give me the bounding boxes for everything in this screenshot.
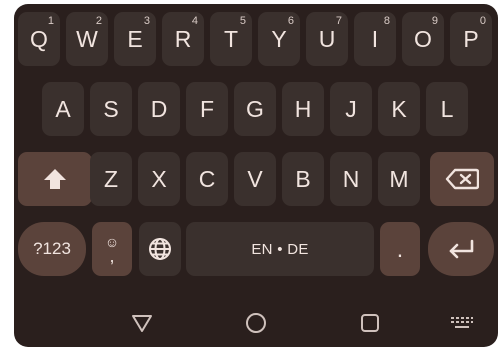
key-label: O [414, 25, 432, 52]
period-key[interactable]: . [380, 222, 420, 276]
space-bar[interactable]: EN • DE [186, 222, 374, 276]
key-label: E [127, 25, 143, 52]
key-label: I [371, 25, 379, 52]
key-label: R [174, 25, 192, 52]
key-label: S [103, 95, 119, 122]
key-k[interactable]: K [378, 82, 420, 136]
backspace-key[interactable] [430, 152, 494, 206]
key-number-hint: 5 [239, 15, 246, 27]
key-label: P [463, 25, 479, 52]
key-l[interactable]: L [426, 82, 468, 136]
key-label: K [391, 95, 407, 122]
key-label: V [247, 165, 263, 192]
key-label: Z [103, 165, 119, 192]
key-label: M [389, 165, 409, 192]
symbols-label: ?123 [33, 239, 71, 258]
circle-home-icon [245, 312, 267, 334]
symbols-key[interactable]: ?123 [18, 222, 86, 276]
space-bar-label: EN • DE [251, 240, 309, 258]
key-label: Q [30, 25, 48, 52]
key-z[interactable]: Z [90, 152, 132, 206]
key-number-hint: 6 [287, 15, 294, 27]
key-label: U [318, 25, 336, 52]
key-number-hint: 9 [431, 15, 438, 27]
key-a[interactable]: A [42, 82, 84, 136]
key-label: N [342, 165, 360, 192]
globe-icon [147, 236, 173, 262]
key-b[interactable]: B [282, 152, 324, 206]
key-t[interactable]: T5 [210, 12, 252, 66]
emoji-comma-key[interactable]: ☺ , [92, 222, 132, 276]
key-q[interactable]: Q1 [18, 12, 60, 66]
key-v[interactable]: V [234, 152, 276, 206]
enter-icon [446, 238, 476, 260]
key-label: X [151, 165, 167, 192]
key-number-hint: 7 [335, 15, 342, 27]
key-label: G [246, 95, 264, 122]
key-label: B [295, 165, 311, 192]
key-h[interactable]: H [282, 82, 324, 136]
key-number-hint: 1 [47, 15, 54, 27]
key-e[interactable]: E3 [114, 12, 156, 66]
key-number-hint: 8 [383, 15, 390, 27]
enter-key[interactable] [428, 222, 494, 276]
key-o[interactable]: O9 [402, 12, 444, 66]
key-x[interactable]: X [138, 152, 180, 206]
key-s[interactable]: S [90, 82, 132, 136]
key-d[interactable]: D [138, 82, 180, 136]
key-number-hint: 2 [95, 15, 102, 27]
key-label: F [199, 95, 215, 122]
key-label: W [76, 25, 98, 52]
key-c[interactable]: C [186, 152, 228, 206]
key-r[interactable]: R4 [162, 12, 204, 66]
period-label: . [396, 235, 404, 262]
backspace-icon [445, 168, 479, 190]
emoji-comma-labels: ☺ , [105, 235, 119, 266]
key-label: L [440, 95, 454, 122]
nav-keyboard-switch-button[interactable] [442, 306, 482, 340]
key-label: Y [271, 25, 287, 52]
key-m[interactable]: M [378, 152, 420, 206]
key-label: T [223, 25, 239, 52]
triangle-back-icon [131, 313, 153, 333]
key-u[interactable]: U7 [306, 12, 348, 66]
key-number-hint: 0 [479, 15, 486, 27]
keyboard: Q1W2E3R4T5Y6U7I8O9P0 ASDFGHJKL ZXCVBNM ?… [14, 4, 498, 347]
key-label: A [55, 95, 71, 122]
shift-icon [42, 167, 68, 191]
keyboard-switch-icon [450, 315, 474, 331]
key-y[interactable]: Y6 [258, 12, 300, 66]
key-f[interactable]: F [186, 82, 228, 136]
nav-recents-button[interactable] [350, 306, 390, 340]
key-label: C [198, 165, 216, 192]
key-i[interactable]: I8 [354, 12, 396, 66]
shift-key[interactable] [18, 152, 92, 206]
key-g[interactable]: G [234, 82, 276, 136]
nav-back-button[interactable] [122, 306, 162, 340]
key-w[interactable]: W2 [66, 12, 108, 66]
key-number-hint: 3 [143, 15, 150, 27]
key-label: H [294, 95, 312, 122]
comma-label: , [109, 246, 115, 266]
square-recents-icon [359, 312, 381, 334]
nav-home-button[interactable] [236, 306, 276, 340]
key-number-hint: 4 [191, 15, 198, 27]
key-label: D [150, 95, 168, 122]
key-j[interactable]: J [330, 82, 372, 136]
key-label: J [345, 95, 357, 122]
language-key[interactable] [139, 222, 181, 276]
key-n[interactable]: N [330, 152, 372, 206]
key-p[interactable]: P0 [450, 12, 492, 66]
